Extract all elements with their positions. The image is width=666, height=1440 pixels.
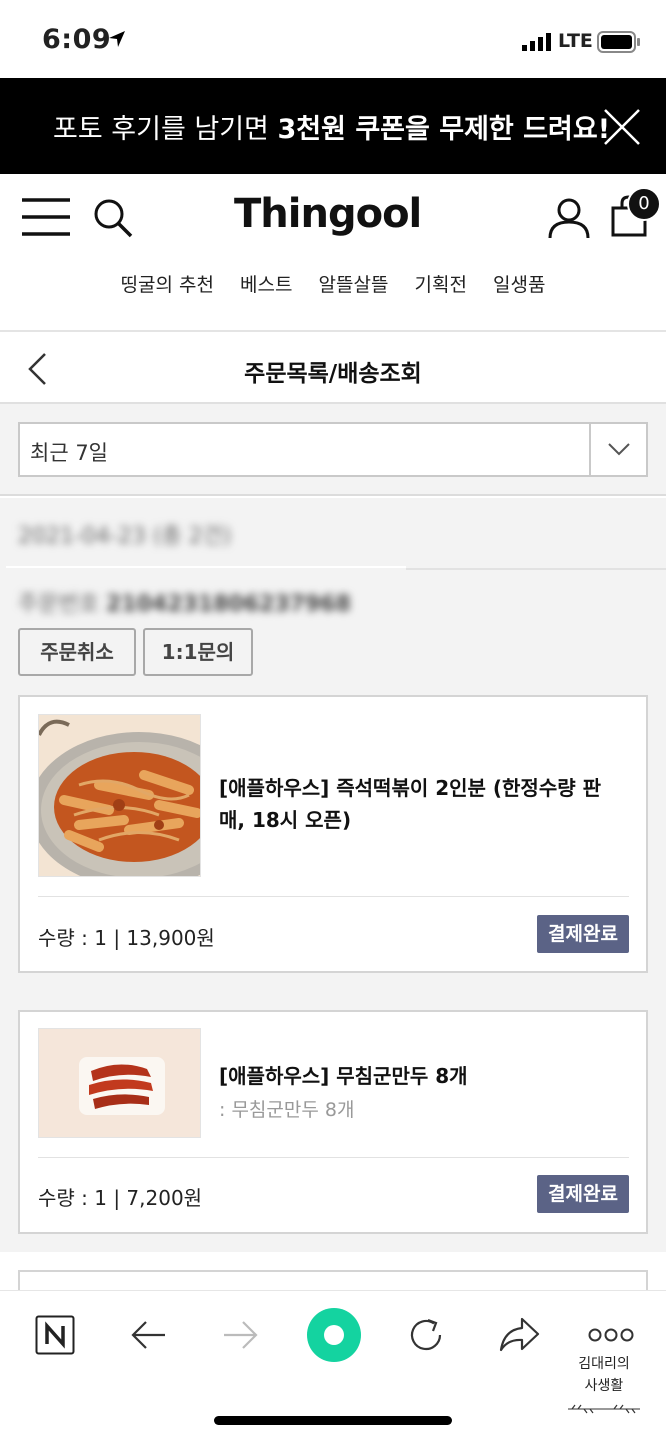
green-dot-icon[interactable] [306, 1307, 362, 1363]
product-name[interactable]: [애플하우스] 무침군만두 8개 [219, 1060, 619, 1092]
period-select-value: 최근 7일 [30, 441, 108, 465]
user-icon[interactable] [548, 197, 590, 239]
refresh-icon[interactable] [406, 1315, 446, 1355]
blog-watermark: 김대리의 사생활 [578, 1356, 630, 1394]
search-icon[interactable] [93, 198, 133, 238]
logo[interactable]: Thingool [234, 191, 422, 237]
status-bar: 6:09 LTE [0, 0, 666, 78]
page-title: 주문목록/배송조회 [244, 361, 422, 387]
close-icon[interactable] [603, 108, 641, 146]
signal-icon [522, 33, 551, 51]
divider [6, 566, 406, 568]
divider [406, 568, 666, 570]
status-badge: 결제완료 [537, 915, 629, 953]
battery-icon [597, 31, 640, 53]
network-type: LTE [558, 30, 593, 52]
main-nav: 띵굴의 추천 베스트 알뜰살뜰 기획전 일생품 [0, 270, 666, 297]
vine-decoration-icon [568, 1404, 640, 1414]
chevron-down-icon[interactable] [607, 441, 631, 457]
quantity-price: 수량 : 1 | 7,200원 [38, 1186, 203, 1210]
inquiry-button[interactable]: 1:1문의 [143, 628, 253, 676]
quantity-price: 수량 : 1 | 13,900원 [38, 926, 215, 950]
menu-icon[interactable] [21, 198, 71, 238]
product-name[interactable]: [애플하우스] 즉석떡볶이 2인분 (한정수량 판매, 18시 오픈) [219, 772, 619, 836]
promo-text: 포토 후기를 남기면 3천원 쿠폰을 무제한 드려요! [53, 114, 611, 145]
more-icon[interactable] [588, 1327, 634, 1343]
location-arrow-icon [109, 31, 125, 47]
cart-count-badge: 0 [627, 187, 661, 221]
order-date: 2021-04-23 (총 2건) [18, 524, 232, 549]
back-arrow-icon[interactable] [131, 1320, 167, 1350]
product-image[interactable] [38, 1028, 201, 1138]
promo-banner[interactable]: 포토 후기를 남기면 3천원 쿠폰을 무제한 드려요! [0, 78, 666, 174]
period-select[interactable] [18, 422, 648, 477]
forward-arrow-icon[interactable] [222, 1320, 258, 1350]
cancel-order-button[interactable]: 주문취소 [18, 628, 136, 676]
home-indicator [214, 1416, 452, 1425]
nav-item-sale[interactable]: 알뜰살뜰 [319, 270, 389, 297]
product-image[interactable] [38, 714, 201, 877]
nav-item-exhibition[interactable]: 기획전 [415, 270, 467, 297]
status-time: 6:09 [42, 24, 112, 55]
naver-home-icon[interactable] [35, 1315, 75, 1355]
share-icon[interactable] [498, 1316, 540, 1354]
select-divider [589, 424, 591, 475]
nav-item-recommend[interactable]: 띵굴의 추천 [121, 270, 214, 297]
nav-item-essentials[interactable]: 일생품 [493, 270, 545, 297]
divider [38, 1157, 629, 1158]
product-option: : 무침군만두 8개 [219, 1099, 355, 1121]
order-number: 주문번호 2104231806237968 [18, 592, 351, 617]
nav-item-best[interactable]: 베스트 [240, 270, 292, 297]
divider [38, 896, 629, 897]
status-badge: 결제완료 [537, 1175, 629, 1213]
